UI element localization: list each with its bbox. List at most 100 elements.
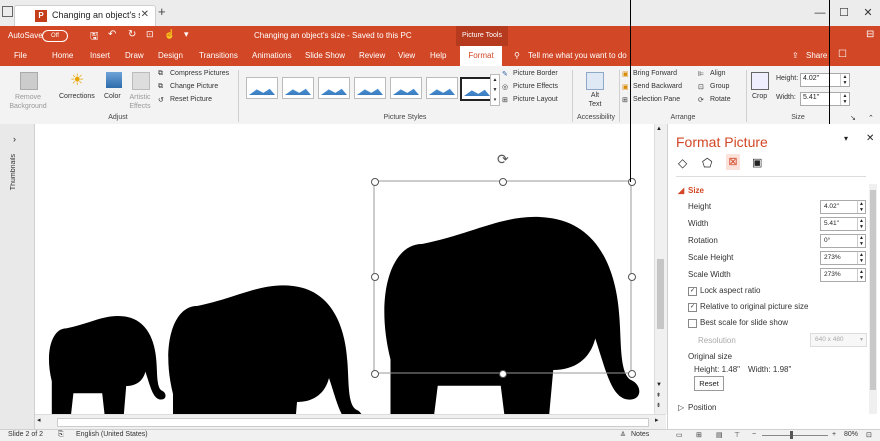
slide-canvas[interactable]: ⟳ [35, 124, 667, 441]
rotation-input[interactable]: 0° ▲ ▼ [820, 234, 866, 248]
spinner-arrows[interactable]: ▲ ▼ [857, 201, 865, 213]
spinner-arrows[interactable]: ▲ ▼ [857, 269, 865, 281]
picture-style-4[interactable] [354, 77, 386, 99]
present-icon[interactable]: ⊡ [146, 29, 154, 40]
share-button[interactable]: Share [806, 51, 827, 60]
position-section-toggle[interactable]: ▷ [678, 403, 684, 412]
large-elephant-picture[interactable] [384, 216, 640, 428]
tab-slide-show[interactable]: Slide Show [305, 51, 345, 60]
scale-width-input[interactable]: 273% ▲ ▼ [820, 268, 866, 282]
picture-border-button[interactable]: Picture Border [513, 70, 558, 77]
redo-icon[interactable]: ↻ [128, 29, 136, 40]
scroll-up-icon[interactable]: ▲ [656, 126, 662, 132]
tell-me-box[interactable]: Tell me what you want to do [528, 51, 627, 60]
collapse-ribbon-icon[interactable]: ⌃ [868, 114, 874, 122]
thumbnails-pane[interactable]: › Thumbnails [0, 124, 35, 429]
picture-style-3[interactable] [318, 77, 350, 99]
new-tab-icon[interactable]: + [158, 4, 166, 19]
scroll-left-icon[interactable]: ◂ [37, 416, 41, 424]
tab-insert[interactable]: Insert [90, 51, 110, 60]
ribbon-display-icon[interactable]: ⊟ [866, 29, 874, 40]
relative-original-checkbox[interactable]: ✓ [688, 303, 697, 312]
rotate-button[interactable]: Rotate [710, 96, 731, 103]
maximize-button[interactable]: ☐ [832, 4, 856, 22]
spinner-arrows[interactable]: ▲ ▼ [857, 252, 865, 264]
effects-icon[interactable]: ⬠ [702, 156, 712, 170]
reset-picture-button[interactable]: Reset Picture [170, 96, 212, 103]
previous-slide-icon[interactable]: ⇞ [656, 392, 661, 399]
resize-handle-left[interactable] [371, 273, 379, 281]
alt-text-button[interactable]: Alt Text [586, 91, 604, 109]
vertical-scrollbar[interactable]: ▲ ▼ ⇞ ⇟ [654, 124, 667, 414]
pane-scroll-thumb[interactable] [870, 190, 876, 390]
resize-handle-right[interactable] [628, 273, 636, 281]
touch-mode-icon[interactable]: ☝ [164, 29, 175, 40]
fill-line-icon[interactable]: ◇ [678, 156, 687, 170]
medium-elephant-picture[interactable] [168, 285, 363, 441]
align-button[interactable]: Align [710, 70, 726, 77]
change-picture-button[interactable]: Change Picture [170, 83, 218, 90]
tab-transitions[interactable]: Transitions [199, 51, 238, 60]
slide-sorter-icon[interactable]: ⊞ [696, 431, 702, 439]
next-slide-icon[interactable]: ⇟ [656, 402, 661, 409]
zoom-out-icon[interactable]: − [752, 431, 756, 438]
spellcheck-icon[interactable]: ⎘ [58, 431, 64, 439]
corrections-button[interactable]: Corrections [59, 93, 95, 100]
scroll-down-icon[interactable]: ▼ [656, 382, 662, 388]
picture-style-2[interactable] [282, 77, 314, 99]
horizontal-scrollbar[interactable]: ◂ ▸ [35, 414, 666, 429]
spinner-arrows[interactable]: ▲ ▼ [857, 218, 865, 230]
tab-home[interactable]: Home [52, 51, 73, 60]
language-indicator[interactable]: English (United States) [76, 431, 148, 438]
document-tab[interactable]: P Changing an object's si ✕ [14, 5, 156, 27]
picture-style-7[interactable] [460, 77, 494, 101]
scroll-right-icon[interactable]: ▸ [655, 416, 659, 424]
pane-scrollbar[interactable] [869, 184, 877, 414]
picture-style-5[interactable] [390, 77, 422, 99]
tab-animations[interactable]: Animations [252, 51, 292, 60]
group-button[interactable]: Group [710, 83, 729, 90]
tab-format[interactable]: Format [460, 46, 502, 66]
spinner-arrows[interactable]: ▲ ▼ [840, 74, 849, 86]
tab-file[interactable]: File [14, 51, 27, 60]
small-elephant-picture[interactable] [48, 316, 166, 415]
gallery-scroll[interactable]: ▲ ▼ ▾ [490, 74, 500, 106]
undo-icon[interactable]: ↶ [108, 29, 116, 40]
reset-button[interactable]: Reset [694, 376, 724, 391]
customize-toolbar-icon[interactable]: ▾ [184, 29, 189, 40]
tab-view[interactable]: View [398, 51, 415, 60]
resize-handle-bottom-left[interactable] [371, 370, 379, 378]
close-tab-icon[interactable]: ✕ [141, 9, 149, 20]
expand-thumbnails-icon[interactable]: › [13, 134, 16, 144]
lock-aspect-checkbox[interactable]: ✓ [688, 287, 697, 296]
spinner-arrows[interactable]: ▲ ▼ [840, 93, 849, 105]
resize-handle-top[interactable] [499, 178, 507, 186]
slideshow-view-icon[interactable]: ⊤ [734, 431, 740, 439]
tab-help[interactable]: Help [430, 51, 446, 60]
color-button[interactable]: Color [104, 93, 121, 100]
bring-forward-button[interactable]: Bring Forward [633, 70, 677, 77]
reading-view-icon[interactable]: ▤ [716, 431, 723, 439]
resize-handle-top-left[interactable] [371, 178, 379, 186]
zoom-slider[interactable] [762, 435, 828, 436]
scroll-thumb[interactable] [657, 259, 664, 329]
horizontal-scroll-thumb[interactable] [57, 418, 649, 427]
notes-button[interactable]: Notes [631, 431, 649, 438]
remove-background-button[interactable]: Remove Background [4, 93, 52, 111]
comments-icon[interactable]: ☐ [838, 49, 847, 60]
zoom-slider-thumb[interactable] [790, 431, 793, 439]
size-properties-icon[interactable]: ⊠ [726, 154, 740, 170]
spinner-arrows[interactable]: ▲ ▼ [857, 235, 865, 247]
normal-view-icon[interactable]: ▭ [676, 431, 683, 439]
tab-design[interactable]: Design [158, 51, 183, 60]
resolution-dropdown[interactable]: 640 x 480 ▾ [810, 333, 867, 347]
picture-style-6[interactable] [426, 77, 458, 99]
zoom-in-icon[interactable]: + [832, 431, 836, 438]
pane-width-input[interactable]: 5.41" ▲ ▼ [820, 217, 866, 231]
close-window-button[interactable]: ✕ [856, 4, 880, 22]
picture-layout-button[interactable]: Picture Layout [513, 96, 558, 103]
picture-icon[interactable]: ▣ [752, 156, 762, 169]
compress-pictures-button[interactable]: Compress Pictures [170, 70, 229, 77]
rotate-handle-icon[interactable]: ⟳ [497, 151, 509, 168]
size-section-toggle[interactable]: ◢ [678, 186, 684, 195]
